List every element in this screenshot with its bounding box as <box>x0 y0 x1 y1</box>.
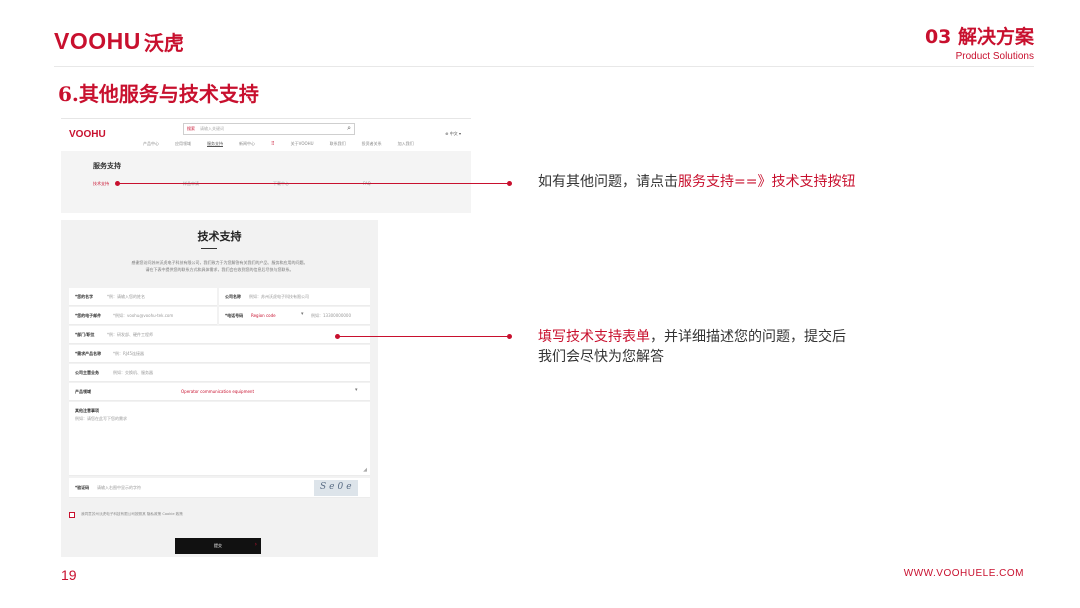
consent-checkbox[interactable] <box>69 512 75 518</box>
search-category[interactable]: 搜索 <box>187 126 195 132</box>
name-input[interactable]: *例：请输入您的姓名 <box>107 294 145 300</box>
company-label: 公司名称 <box>225 294 241 299</box>
product-category-field[interactable]: 产品领域 Operator communication equipment ▾ <box>69 383 370 401</box>
tab-technical-support[interactable]: 技术支持 <box>93 181 109 187</box>
support-form-screenshot: 技术支持 感谢您访问苏州沃虎电子科技有限公司，我们致力于为您解答有关我们的产品、… <box>61 220 378 557</box>
annotation-2-highlight: 填写技术支持表单 <box>538 329 650 345</box>
page-title: 6.其他服务与技术支持 <box>58 82 259 106</box>
product-category-label: 产品领域 <box>75 389 91 394</box>
grid-menu-icon[interactable]: ⠿ <box>271 141 275 147</box>
product-input[interactable]: *例：RJ45连接器 <box>113 351 144 357</box>
page-number: 19 <box>61 567 77 583</box>
annotation-2-text: ，并详细描述您的问题，提交后 <box>650 329 846 345</box>
nav-item-products[interactable]: 产品中心 <box>143 141 159 147</box>
department-field[interactable]: *部门/职位 *例：研发部、硬件工程师 <box>69 326 370 344</box>
main-business-label: 公司主营业务 <box>75 370 99 375</box>
website-screenshot: VOOHU 搜索 请输入关键词 ⌕ ⊕ 中文 ▾ 产品中心 应用领域 服务支持 … <box>61 118 471 213</box>
title-underline <box>201 248 217 249</box>
language-switch[interactable]: ⊕ 中文 ▾ <box>445 131 461 137</box>
department-input[interactable]: *例：研发部、硬件工程师 <box>107 332 153 338</box>
captcha-text: Se0e <box>320 482 355 492</box>
phone-input[interactable]: 例如：13300000000 <box>311 313 351 319</box>
brand-logo: VOOHU 沃虎 <box>54 26 184 56</box>
callout-dot-end-2 <box>507 334 512 339</box>
language-label: 中文 <box>449 131 458 136</box>
callout-line-1 <box>118 183 510 184</box>
callout-line-2 <box>338 336 510 337</box>
section-header: 03 解决方案 Product Solutions <box>925 22 1034 62</box>
annotation-1-highlight: 服务支持==》技术支持按钮 <box>678 174 856 190</box>
captcha-label: *验证码 <box>75 485 90 490</box>
name-field[interactable]: *您的名字 *例：请输入您的姓名 <box>69 288 217 306</box>
tab-downloads[interactable]: 下载中心 <box>273 181 289 187</box>
email-input[interactable]: *例如：voohu@voohu-tek.com <box>113 313 173 319</box>
form-intro-line2: 请在下表中提供您的联系方式和具体需求，我们会在收到您的信息后尽快与您联系。 <box>145 267 294 272</box>
name-label: *您的名字 <box>75 294 94 299</box>
region-code-select[interactable]: Region code <box>251 313 276 318</box>
form-intro-line1: 感谢您访问苏州沃虎电子科技有限公司，我们致力于为您解答有关我们的产品、服务和应用… <box>131 260 308 265</box>
chevron-down-icon[interactable]: ▾ <box>301 311 304 317</box>
chevron-down-icon: ▾ <box>458 131 461 136</box>
section-subtitle: Product Solutions <box>955 51 1034 62</box>
main-business-field[interactable]: 公司主营业务 例如：交换机、服务器 <box>69 364 370 382</box>
phone-label: *电话号码 <box>225 313 244 318</box>
footer-website[interactable]: WWW.VOOHUELE.COM <box>904 568 1024 579</box>
website-nav: 产品中心 应用领域 服务支持 新闻中心 ⠿ 关于VOOHU 联系我们 投资者关系… <box>143 141 414 147</box>
company-field[interactable]: 公司名称 例如：苏州沃虎电子科技有限公司 <box>219 288 370 306</box>
notes-label: 其他注意事项 <box>75 408 99 413</box>
annotation-1-text: 如有其他问题，请点击 <box>538 174 678 190</box>
service-support-heading: 服务支持 <box>93 162 121 170</box>
product-label: *需求产品名称 <box>75 351 102 356</box>
annotation-2-line1: 填写技术支持表单，并详细描述您的问题，提交后 <box>538 327 846 347</box>
captcha-input[interactable]: 请输入右图中显示的字符 <box>97 485 141 491</box>
company-input[interactable]: 例如：苏州沃虎电子科技有限公司 <box>249 294 309 300</box>
annotation-2-line2: 我们会尽快为您解答 <box>538 349 664 366</box>
search-icon[interactable]: ⌕ <box>347 124 351 133</box>
captcha-image[interactable]: Se0e <box>314 480 358 496</box>
nav-item-news[interactable]: 新闻中心 <box>239 141 255 147</box>
nav-item-careers[interactable]: 加入我们 <box>398 141 414 147</box>
main-business-input[interactable]: 例如：交换机、服务器 <box>113 370 153 376</box>
chevron-down-icon[interactable]: ▾ <box>355 387 358 393</box>
annotation-1: 如有其他问题，请点击服务支持==》技术支持按钮 <box>538 172 855 192</box>
globe-icon: ⊕ <box>445 131 449 136</box>
search-input[interactable]: 请输入关键词 <box>200 126 224 132</box>
website-search-box[interactable]: 搜索 请输入关键词 ⌕ <box>183 123 355 135</box>
notes-field[interactable]: 其他注意事项 例如：请您在此写下您的需求 ◢ <box>69 402 370 476</box>
annotation-2: 填写技术支持表单，并详细描述您的问题，提交后 我们会尽快为您解答 <box>538 327 846 368</box>
submit-label: 提交 <box>214 543 222 548</box>
nav-item-about[interactable]: 关于VOOHU <box>291 141 314 147</box>
callout-dot-start-2 <box>335 334 340 339</box>
nav-item-contact[interactable]: 联系我们 <box>330 141 346 147</box>
department-label: *部门/职位 <box>75 332 95 337</box>
tab-sample-request[interactable]: 样品申请 <box>183 181 199 187</box>
email-label: *您的电子邮件 <box>75 313 102 318</box>
submit-button[interactable]: 提交 › <box>175 538 261 554</box>
nav-item-applications[interactable]: 应用领域 <box>175 141 191 147</box>
website-logo[interactable]: VOOHU <box>69 129 106 140</box>
form-title: 技术支持 <box>197 230 242 243</box>
product-category-select[interactable]: Operator communication equipment <box>181 389 254 394</box>
product-field[interactable]: *需求产品名称 *例：RJ45连接器 <box>69 345 370 363</box>
website-header: VOOHU 搜索 请输入关键词 ⌕ ⊕ 中文 ▾ 产品中心 应用领域 服务支持 … <box>61 119 471 151</box>
notes-textarea[interactable]: 例如：请您在此写下您的需求 <box>75 416 127 422</box>
consent-text: 我同意苏州沃虎电子科技有限公司按照其 隐私政策 Cookie 政策 <box>81 512 183 516</box>
section-title: 03 解决方案 <box>924 26 1034 48</box>
resize-handle-icon[interactable]: ◢ <box>363 467 367 473</box>
header-divider <box>54 66 1034 67</box>
arrow-right-icon: › <box>254 541 257 548</box>
email-field[interactable]: *您的电子邮件 *例如：voohu@voohu-tek.com <box>69 307 217 325</box>
nav-item-investors[interactable]: 投资者关系 <box>362 141 382 147</box>
phone-field[interactable]: *电话号码 Region code ▾ 例如：13300000000 <box>219 307 370 325</box>
logo-text-cn: 沃虎 <box>143 30 184 55</box>
logo-text-en: VOOHU <box>54 27 141 54</box>
nav-item-service-support[interactable]: 服务支持 <box>207 141 223 147</box>
callout-dot-end-1 <box>507 181 512 186</box>
